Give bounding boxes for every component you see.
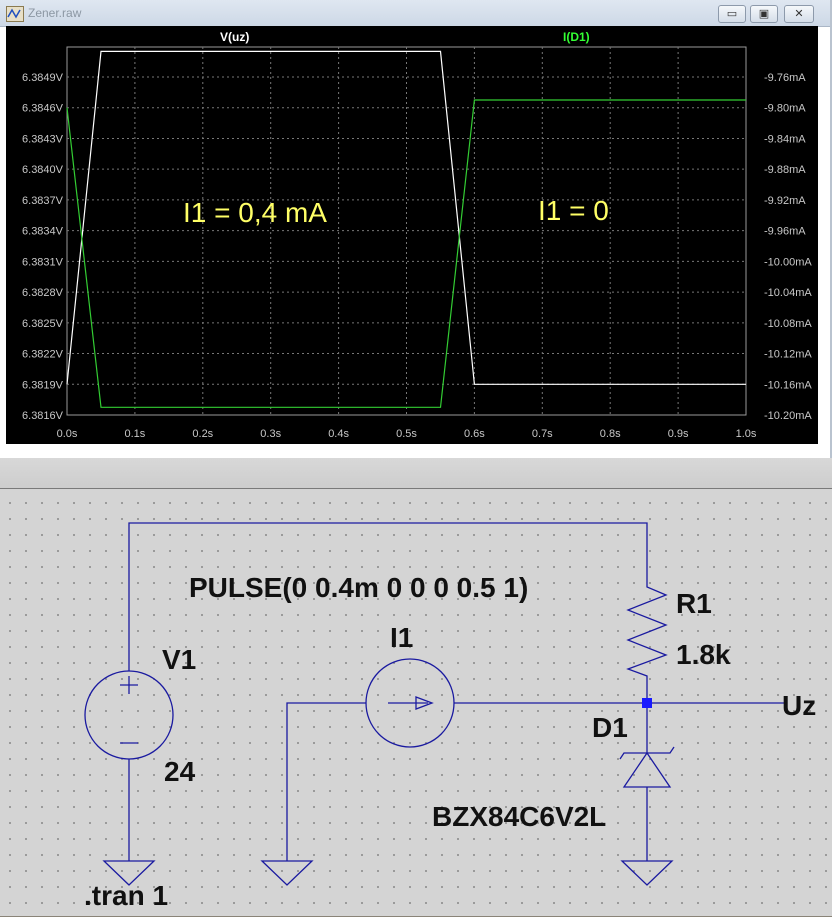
- x-tick-label: 0.4s: [328, 428, 349, 440]
- junction-dot[interactable]: [642, 698, 652, 708]
- ground-i1-icon[interactable]: [260, 860, 314, 886]
- y-left-tick-label: 6.3849V: [22, 72, 64, 84]
- y-left-tick-label: 6.3828V: [22, 287, 64, 299]
- close-button[interactable]: ✕: [784, 5, 814, 23]
- y-right-tick-label: -10.20mA: [764, 410, 812, 422]
- y-right-tick-label: -9.92mA: [764, 195, 806, 207]
- net-label-uz[interactable]: Uz: [782, 690, 816, 721]
- d1-name-label[interactable]: D1: [592, 712, 628, 743]
- y-left-tick-label: 6.3846V: [22, 103, 64, 115]
- y-left-tick-label: 6.3825V: [22, 318, 64, 330]
- minimize-button[interactable]: ▭: [718, 5, 746, 23]
- y-left-tick-label: 6.3837V: [22, 195, 64, 207]
- y-right-tick-label: -10.04mA: [764, 287, 812, 299]
- y-left-tick-label: 6.3816V: [22, 410, 64, 422]
- r1-name-label[interactable]: R1: [676, 588, 712, 619]
- x-tick-label: 0.5s: [396, 428, 417, 440]
- zener-diode-d1-symbol[interactable]: [622, 751, 672, 788]
- schematic-toolbar-strip: [0, 458, 832, 488]
- y-left-tick-label: 6.3831V: [22, 256, 64, 268]
- x-tick-label: 0.3s: [260, 428, 281, 440]
- y-right-tick-label: -9.80mA: [764, 103, 806, 115]
- pulse-spec-label[interactable]: PULSE(0 0.4m 0 0 0 0.5 1): [189, 572, 528, 603]
- x-tick-label: 1.0s: [736, 428, 757, 440]
- y-right-tick-label: -10.08mA: [764, 318, 812, 330]
- resistor-r1-symbol[interactable]: [626, 569, 668, 703]
- r1-value-label[interactable]: 1.8k: [676, 639, 731, 670]
- y-left-tick-label: 6.3822V: [22, 349, 64, 361]
- waveform-window: Zener.raw ▭ ▣ ✕ V(uz) I(D1) 0.0s 0.1s 0.2s…: [0, 0, 832, 458]
- v1-value-label[interactable]: 24: [164, 756, 196, 787]
- v1-name-label[interactable]: V1: [162, 644, 196, 675]
- y-left-tick-label: 6.3843V: [22, 133, 64, 145]
- schematic-editor[interactable]: PULSE(0 0.4m 0 0 0 0.5 1) V1 24 I1 R1 1.…: [0, 488, 832, 916]
- plot-grid: [66, 46, 747, 416]
- y-right-tick-label: -9.96mA: [764, 226, 806, 238]
- x-tick-label: 0.8s: [600, 428, 621, 440]
- annotation-i1-on: I1 = 0,4 mA: [183, 197, 327, 228]
- plot-pane[interactable]: V(uz) I(D1) 0.0s 0.1s 0.2s 0.3s 0.4s 0.5s 0.6s…: [6, 26, 818, 444]
- d1-model-label[interactable]: BZX84C6V2L: [432, 801, 606, 832]
- y-right-tick-label: -10.12mA: [764, 349, 812, 361]
- x-tick-label: 0.0s: [57, 428, 78, 440]
- waveform-app-icon: [6, 6, 24, 22]
- window-title: Zener.raw: [28, 6, 82, 20]
- x-tick-label: 0.9s: [668, 428, 689, 440]
- maximize-button[interactable]: ▣: [750, 5, 778, 23]
- y-right-tick-label: -9.88mA: [764, 164, 806, 176]
- x-tick-label: 0.7s: [532, 428, 553, 440]
- annotation-i1-off: I1 = 0: [538, 195, 609, 226]
- ground-d1-icon[interactable]: [620, 860, 674, 886]
- plot-canvas[interactable]: 0.0s 0.1s 0.2s 0.3s 0.4s 0.5s 0.6s 0.7s 0.8s 0.9s…: [6, 26, 818, 444]
- y-left-tick-label: 6.3834V: [22, 226, 64, 238]
- schematic-canvas[interactable]: PULSE(0 0.4m 0 0 0 0.5 1) V1 24 I1 R1 1.…: [0, 489, 832, 916]
- x-tick-label: 0.1s: [125, 428, 146, 440]
- y-left-tick-label: 6.3819V: [22, 379, 64, 391]
- y-right-tick-label: -9.84mA: [764, 133, 806, 145]
- x-tick-label: 0.2s: [192, 428, 213, 440]
- wire-i1-left[interactable]: [286, 702, 366, 861]
- tran-directive-label[interactable]: .tran 1: [84, 880, 168, 911]
- y-right-tick-label: -10.16mA: [764, 379, 812, 391]
- i1-name-label[interactable]: I1: [390, 622, 413, 653]
- y-right-tick-label: -10.00mA: [764, 256, 812, 268]
- y-left-tick-label: 6.3840V: [22, 164, 64, 176]
- window-titlebar[interactable]: Zener.raw ▭ ▣ ✕: [0, 0, 830, 27]
- y-right-tick-label: -9.76mA: [764, 72, 806, 84]
- x-tick-label: 0.6s: [464, 428, 485, 440]
